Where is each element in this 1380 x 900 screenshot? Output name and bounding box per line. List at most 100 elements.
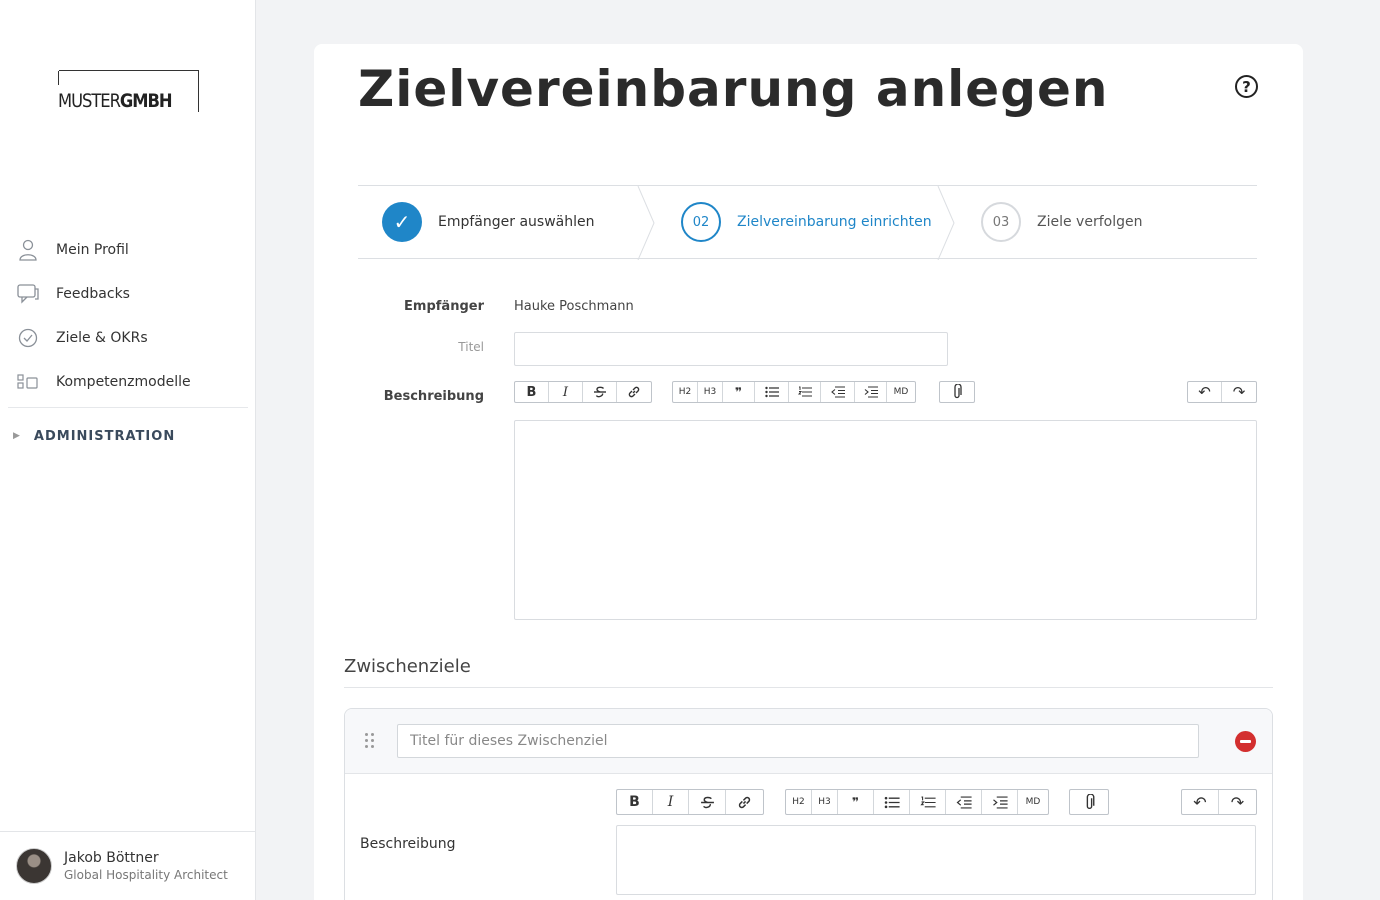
markdown-button[interactable]: MD bbox=[1018, 790, 1048, 814]
attachment-button[interactable] bbox=[940, 382, 974, 402]
title-input[interactable] bbox=[514, 332, 948, 366]
company-logo[interactable]: MUSTERGMBH bbox=[58, 70, 199, 112]
milestone-header bbox=[345, 709, 1272, 774]
format-toolbar-text: B I bbox=[514, 381, 652, 403]
italic-button[interactable]: I bbox=[549, 382, 583, 402]
italic-button[interactable]: I bbox=[653, 790, 689, 814]
step-select-recipient[interactable]: ✓ Empfänger auswählen bbox=[382, 186, 594, 258]
help-icon[interactable]: ? bbox=[1235, 75, 1258, 98]
logo-text-light: MUSTER bbox=[58, 90, 121, 112]
sidebar-item-label: Ziele & OKRs bbox=[56, 330, 148, 346]
section-divider bbox=[344, 687, 1273, 688]
link-button[interactable] bbox=[617, 382, 651, 402]
milestone-toolbar-history: ↶ ↷ bbox=[1181, 789, 1257, 815]
paperclip-icon bbox=[1086, 793, 1094, 809]
main-nav: Mein Profil Feedbacks Ziele & OKRs Kompe… bbox=[0, 228, 256, 464]
step-label: Zielvereinbarung einrichten bbox=[737, 214, 932, 230]
sidebar-item-label: Mein Profil bbox=[56, 242, 129, 258]
quote-button[interactable]: ❞ bbox=[838, 790, 874, 814]
chat-icon bbox=[17, 283, 39, 305]
sidebar-item-profile[interactable]: Mein Profil bbox=[0, 228, 256, 272]
numbered-list-button[interactable] bbox=[910, 790, 946, 814]
indent-icon bbox=[992, 795, 1008, 809]
sidebar-item-competency-models[interactable]: Kompetenzmodelle bbox=[0, 360, 256, 404]
numbered-list-button[interactable] bbox=[789, 382, 821, 402]
milestones-section-title: Zwischenziele bbox=[344, 656, 471, 677]
user-profile[interactable]: Jakob Böttner Global Hospitality Archite… bbox=[0, 831, 256, 900]
h3-button[interactable]: H3 bbox=[698, 382, 723, 402]
description-editor[interactable] bbox=[514, 420, 1257, 620]
main-card: Zielvereinbarung anlegen ? ✓ Empfänger a… bbox=[314, 44, 1303, 900]
link-icon bbox=[738, 796, 751, 808]
quote-button[interactable]: ❞ bbox=[723, 382, 755, 402]
help-icon-glyph: ? bbox=[1242, 77, 1251, 96]
bullet-list-icon bbox=[884, 796, 900, 808]
step-check-icon: ✓ bbox=[382, 202, 422, 242]
milestone-title-input[interactable] bbox=[397, 724, 1199, 758]
outdent-icon bbox=[830, 386, 845, 398]
description-label: Beschreibung bbox=[383, 389, 484, 404]
numbered-list-icon bbox=[797, 386, 812, 397]
strikethrough-button[interactable] bbox=[689, 790, 726, 814]
sidebar-item-label: Feedbacks bbox=[56, 286, 130, 302]
h2-button[interactable]: H2 bbox=[786, 790, 812, 814]
remove-milestone-icon[interactable] bbox=[1235, 731, 1256, 752]
user-name: Jakob Böttner bbox=[64, 850, 159, 866]
milestone-toolbar-block: H2 H3 ❞ MD bbox=[785, 789, 1049, 815]
redo-button[interactable]: ↷ bbox=[1219, 790, 1256, 814]
step-setup-agreement[interactable]: 02 Zielvereinbarung einrichten bbox=[681, 186, 932, 258]
user-icon bbox=[17, 239, 39, 261]
milestone-card: Beschreibung B I H2 H3 ❞ bbox=[344, 708, 1273, 900]
bullet-list-icon bbox=[764, 386, 779, 398]
numbered-list-icon bbox=[919, 796, 936, 807]
outdent-button[interactable] bbox=[821, 382, 855, 402]
wizard-stepper: ✓ Empfänger auswählen 02 Zielvereinbarun… bbox=[358, 185, 1257, 260]
sidebar-item-goals[interactable]: Ziele & OKRs bbox=[0, 316, 256, 360]
milestone-toolbar-text: B I bbox=[616, 789, 764, 815]
step-divider bbox=[637, 186, 655, 260]
bullet-list-button[interactable] bbox=[874, 790, 910, 814]
step-number: 02 bbox=[681, 202, 721, 242]
avatar bbox=[16, 848, 52, 884]
h2-button[interactable]: H2 bbox=[673, 382, 698, 402]
step-label: Ziele verfolgen bbox=[1037, 214, 1143, 230]
sidebar: MUSTERGMBH Mein Profil Feedbacks Ziele &… bbox=[0, 0, 256, 900]
strikethrough-icon bbox=[593, 386, 606, 398]
page-title: Zielvereinbarung anlegen bbox=[358, 60, 1109, 118]
bold-button[interactable]: B bbox=[515, 382, 549, 402]
sidebar-item-administration[interactable]: ▶ ADMINISTRATION bbox=[0, 408, 256, 464]
markdown-button[interactable]: MD bbox=[887, 382, 915, 402]
step-number: 03 bbox=[981, 202, 1021, 242]
step-divider bbox=[937, 186, 955, 260]
strikethrough-icon bbox=[700, 796, 714, 808]
grid-icon bbox=[17, 371, 39, 393]
check-circle-icon bbox=[17, 327, 39, 349]
outdent-icon bbox=[956, 795, 972, 809]
indent-icon bbox=[864, 386, 878, 398]
redo-button[interactable]: ↷ bbox=[1222, 382, 1256, 402]
paperclip-icon bbox=[954, 384, 962, 399]
milestone-description-editor[interactable] bbox=[616, 825, 1256, 895]
strikethrough-button[interactable] bbox=[583, 382, 617, 402]
step-track-goals[interactable]: 03 Ziele verfolgen bbox=[981, 186, 1142, 258]
bullet-list-button[interactable] bbox=[755, 382, 789, 402]
indent-button[interactable] bbox=[982, 790, 1018, 814]
attachment-button[interactable] bbox=[1070, 790, 1108, 814]
recipient-value: Hauke Poschmann bbox=[514, 299, 634, 314]
bold-button[interactable]: B bbox=[617, 790, 653, 814]
caret-right-icon: ▶ bbox=[13, 431, 20, 441]
milestone-toolbar-attach bbox=[1069, 789, 1109, 815]
format-toolbar-block: H2 H3 ❞ MD bbox=[672, 381, 916, 403]
link-button[interactable] bbox=[726, 790, 763, 814]
logo-text-bold: GMBH bbox=[119, 90, 173, 112]
indent-button[interactable] bbox=[855, 382, 887, 402]
sidebar-item-feedbacks[interactable]: Feedbacks bbox=[0, 272, 256, 316]
format-toolbar-history: ↶ ↷ bbox=[1187, 381, 1257, 403]
format-toolbar-attach bbox=[939, 381, 975, 403]
milestone-description-label: Beschreibung bbox=[360, 836, 456, 852]
outdent-button[interactable] bbox=[946, 790, 982, 814]
undo-button[interactable]: ↶ bbox=[1182, 790, 1219, 814]
drag-handle-icon[interactable] bbox=[365, 733, 377, 749]
undo-button[interactable]: ↶ bbox=[1188, 382, 1222, 402]
h3-button[interactable]: H3 bbox=[812, 790, 838, 814]
